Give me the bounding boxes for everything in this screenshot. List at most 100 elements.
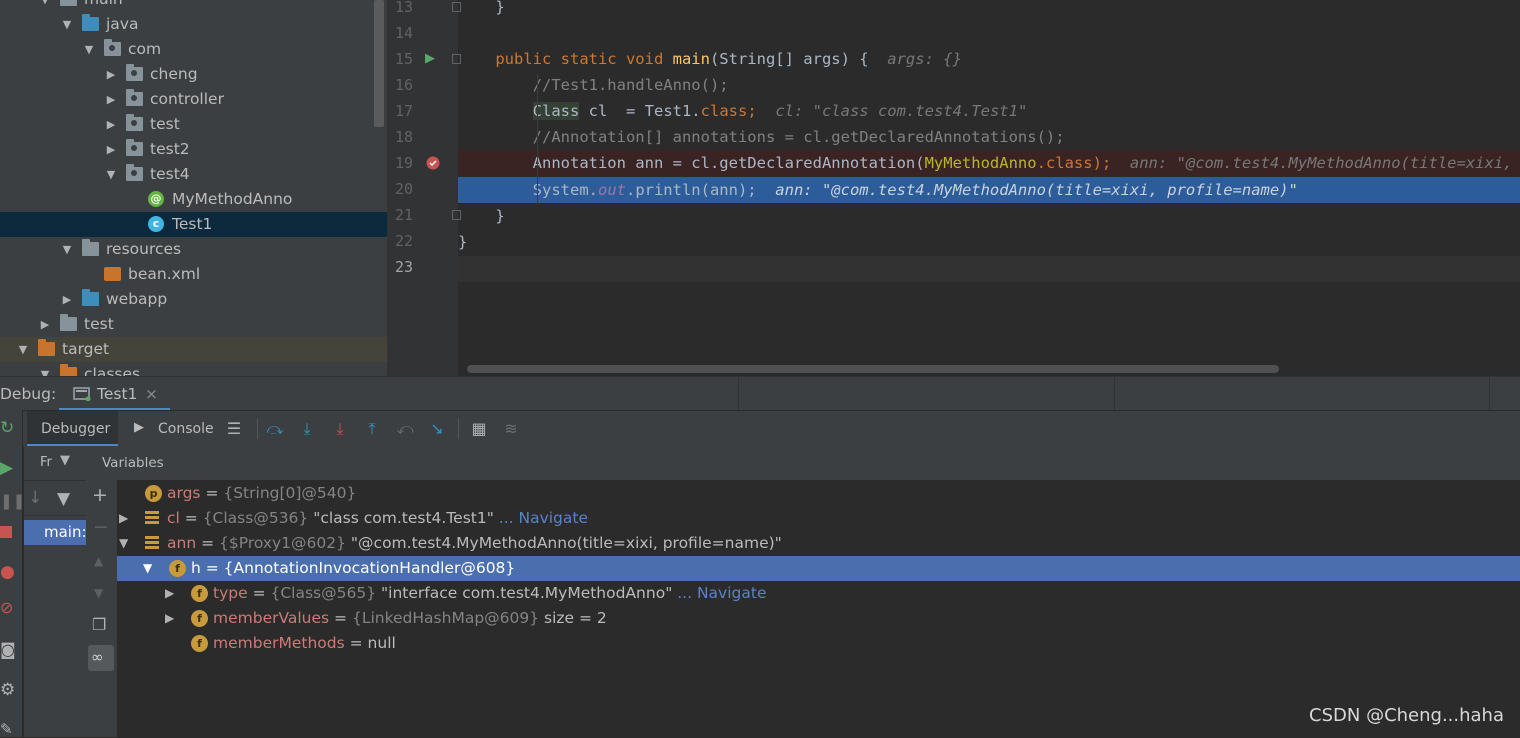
move-down-icon[interactable]: ▼ (94, 586, 103, 600)
collapse-arrow-icon[interactable]: ▶ (165, 606, 174, 631)
collapse-arrow-icon[interactable]: ▶ (60, 287, 74, 312)
tree-item[interactable]: ▼ java (0, 12, 387, 37)
line-number: 21 (395, 206, 414, 224)
evaluate-expression-icon[interactable]: ▦ (469, 419, 489, 439)
collapse-arrow-icon[interactable]: ▶ (104, 87, 118, 112)
tab-console[interactable]: ▶ Console (128, 411, 218, 447)
stop-icon[interactable] (0, 526, 12, 538)
variable-row[interactable]: p args = {String[0]@540} (117, 481, 1520, 506)
field-icon: f (191, 585, 208, 602)
navigate-link[interactable]: ... Navigate (494, 509, 588, 527)
fold-icon[interactable] (452, 210, 461, 220)
tree-item[interactable]: bean.xml (0, 262, 387, 287)
pin-icon[interactable]: ✎ (0, 720, 13, 738)
fold-icon[interactable] (452, 2, 461, 12)
code-line-15: public static void main(String[] args) {… (458, 50, 962, 68)
tree-item[interactable]: ▼ resources (0, 237, 387, 262)
rerun-icon[interactable]: ↻ (0, 418, 14, 438)
folder-icon (82, 14, 99, 31)
tree-item[interactable]: ▼ classes (0, 362, 387, 376)
variable-value: "class com.test4.Test1" (308, 509, 494, 527)
expand-arrow-icon[interactable]: ▼ (119, 531, 128, 556)
force-step-into-icon[interactable]: ⤓ (330, 419, 350, 439)
variable-ref: {Class@536} (202, 509, 309, 527)
drop-frame-icon[interactable]: ⤺ (395, 419, 415, 439)
trace-icon[interactable]: ≋ (501, 419, 521, 439)
project-scrollbar[interactable] (374, 0, 384, 127)
tab-console-label: Console (158, 421, 214, 437)
collapse-arrow-icon[interactable]: ▶ (104, 137, 118, 162)
tree-item[interactable]: ▶ webapp (0, 287, 387, 312)
tree-item[interactable]: c Test1 (0, 212, 387, 237)
close-icon[interactable]: × (145, 385, 158, 403)
show-watches-toggle[interactable]: ∞ (88, 645, 114, 671)
tree-item-label: com (128, 40, 162, 58)
tree-item[interactable]: ▼ test4 (0, 162, 387, 187)
frame-item-main[interactable]: main: (24, 520, 87, 545)
view-breakpoints-icon[interactable]: ● (0, 562, 15, 582)
navigate-link[interactable]: ... Navigate (672, 584, 766, 602)
settings-icon[interactable]: ⚙ (0, 680, 15, 700)
step-out-icon[interactable]: ⤒ (362, 419, 382, 439)
filter-icon[interactable]: ▼ (57, 489, 70, 509)
tree-item[interactable]: ▶ controller (0, 87, 387, 112)
tree-item-label: test (150, 115, 180, 133)
mute-breakpoints-icon[interactable]: ⊘ (0, 598, 13, 617)
variable-row[interactable]: ▼ ann = {$Proxy1@602} "@com.test4.MyMetho… (117, 531, 1520, 556)
variable-name: type (213, 584, 248, 602)
editor-horizontal-scrollbar[interactable] (467, 365, 1279, 373)
resume-icon[interactable]: ▶ (0, 458, 13, 478)
tree-item[interactable]: ▶ test (0, 112, 387, 137)
variable-name: memberMethods (213, 634, 345, 652)
tree-item[interactable]: ▼ com (0, 37, 387, 62)
expand-arrow-icon[interactable]: ▼ (38, 0, 52, 12)
expand-arrow-icon[interactable]: ▼ (60, 237, 74, 262)
breakpoint-icon[interactable] (426, 156, 440, 174)
tree-item[interactable]: @ MyMethodAnno (0, 187, 387, 212)
variables-header: Variables (86, 446, 1520, 481)
run-gutter-icon[interactable]: ▶ (425, 51, 435, 66)
layout-menu-icon[interactable]: ☰ (224, 419, 244, 439)
tree-item[interactable]: ▼ target (0, 337, 387, 362)
variable-row[interactable]: ▶ cl = {Class@536} "class com.test4.Test1… (117, 506, 1520, 531)
expand-arrow-icon[interactable]: ▼ (143, 556, 152, 581)
tree-item-label: webapp (106, 290, 168, 308)
tree-item[interactable]: ▶ cheng (0, 62, 387, 87)
add-watch-icon[interactable]: + (92, 484, 108, 506)
remove-watch-icon[interactable]: − (93, 516, 109, 538)
move-up-icon[interactable]: ▲ (94, 554, 103, 568)
parameter-icon: p (145, 485, 162, 502)
collapse-arrow-icon[interactable]: ▶ (38, 312, 52, 337)
expand-arrow-icon[interactable]: ▼ (38, 362, 52, 376)
copy-icon[interactable]: ❐ (92, 615, 106, 634)
run-to-cursor-icon[interactable]: ↘ (427, 419, 447, 439)
step-into-icon[interactable]: ⤓ (297, 419, 317, 439)
expand-arrow-icon[interactable]: ▼ (104, 162, 118, 187)
fold-icon[interactable] (452, 54, 461, 64)
tab-debugger[interactable]: Debugger (27, 411, 118, 447)
expand-arrow-icon[interactable]: ▼ (60, 12, 74, 37)
collapse-arrow-icon[interactable]: ▶ (104, 112, 118, 137)
pause-icon[interactable]: ❚❚ (0, 492, 25, 510)
tree-item[interactable]: ▼ main (0, 0, 387, 12)
variable-row[interactable]: f memberMethods = null (117, 631, 1520, 656)
arrow-down-icon[interactable]: ↓ (28, 488, 42, 508)
collapse-arrow-icon[interactable]: ▶ (104, 62, 118, 87)
code-editor[interactable]: } public static void main(String[] args)… (458, 0, 1520, 376)
variable-row[interactable]: ▶ f type = {Class@565} "interface com.test… (117, 581, 1520, 606)
tab-debugger-label: Debugger (41, 421, 111, 437)
debug-session-tab[interactable]: Test1 × (59, 377, 170, 411)
console-icon: ▶ (134, 420, 144, 435)
tree-item[interactable]: ▶ test2 (0, 137, 387, 162)
variable-row[interactable]: ▶ f memberValues = {LinkedHashMap@609} siz… (117, 606, 1520, 631)
expand-arrow-icon[interactable]: ▼ (82, 37, 96, 62)
collapse-arrow-icon[interactable]: ▶ (119, 506, 128, 531)
chevron-down-icon[interactable]: ▼ (60, 453, 70, 468)
collapse-arrow-icon[interactable]: ▶ (165, 581, 174, 606)
expand-arrow-icon[interactable]: ▼ (16, 337, 30, 362)
camera-icon[interactable]: ◙ (0, 640, 16, 659)
tree-item[interactable]: ▶ test (0, 312, 387, 337)
step-over-icon[interactable]: ⤼ (265, 419, 285, 439)
variable-row[interactable]: ▼ f h = {AnnotationInvocationHandler@608} (117, 556, 1520, 581)
field-icon: f (191, 635, 208, 652)
